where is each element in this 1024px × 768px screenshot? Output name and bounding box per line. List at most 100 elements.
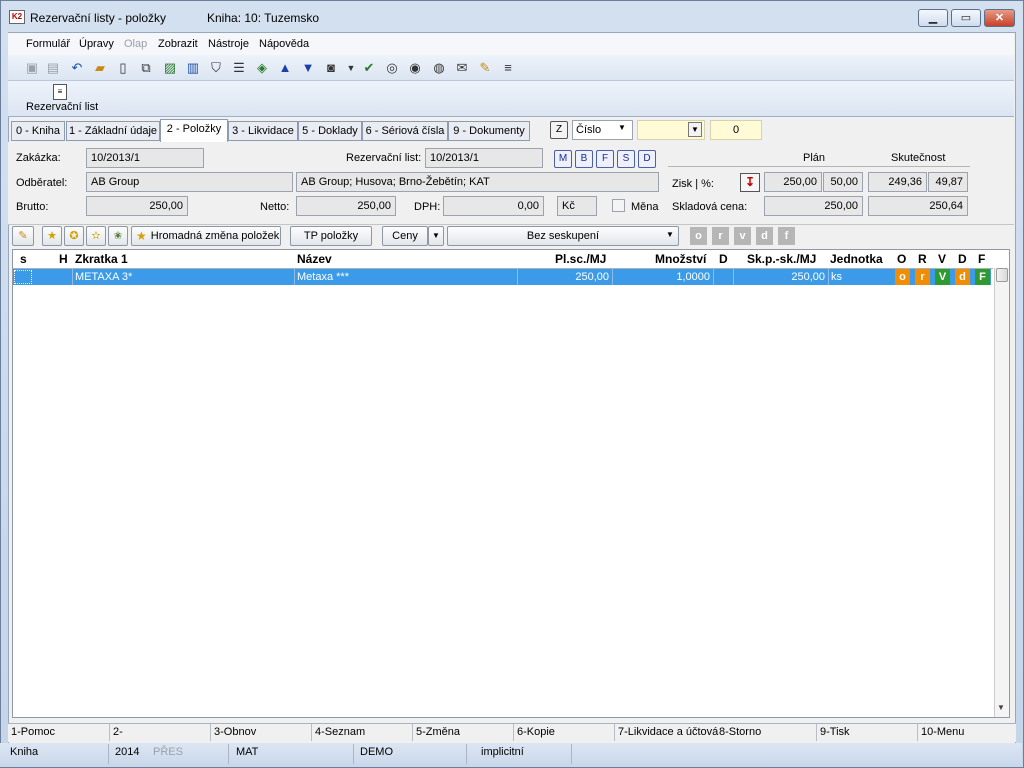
col-jednotka[interactable]: Jednotka (830, 250, 883, 268)
currency-field[interactable]: Kč (557, 196, 597, 216)
close-button[interactable]: ✕ (984, 9, 1015, 27)
lock-icon[interactable]: ▨ (161, 59, 179, 77)
ceny-button[interactable]: Ceny (382, 226, 428, 246)
edit-item-icon[interactable]: ✎ (12, 226, 34, 246)
s-button[interactable]: S (617, 150, 635, 168)
ceny-dropdown-icon[interactable]: ▼ (428, 226, 444, 246)
book-icon[interactable]: ▥ (184, 59, 202, 77)
document-icon[interactable]: ≡ (53, 84, 67, 100)
rezervacni-list-field[interactable]: 10/2013/1 (425, 148, 543, 168)
ribbon-rezervacni-list[interactable]: Rezervační list (26, 101, 98, 113)
tab-doklady[interactable]: 5 - Doklady (298, 121, 362, 141)
col-mnozstvi[interactable]: Množství (655, 250, 706, 268)
tab-polozky[interactable]: 2 - Položky (160, 119, 228, 142)
mena-checkbox[interactable] (612, 199, 625, 212)
f-filter-button[interactable]: f (778, 227, 795, 245)
copy-icon[interactable]: ⧉ (137, 59, 155, 77)
col-r[interactable]: R (918, 250, 927, 268)
status-separator (353, 744, 354, 764)
col-plsc[interactable]: Pl.sc./MJ (555, 250, 606, 268)
col-f[interactable]: F (978, 250, 985, 268)
fkey-2[interactable]: 2- (113, 726, 123, 738)
d-filter-button[interactable]: d (756, 227, 773, 245)
f-button[interactable]: F (596, 150, 614, 168)
tab-kniha[interactable]: 0 - Kniha (11, 121, 65, 141)
menu-formular[interactable]: Formulář (26, 38, 70, 50)
sort-dropdown-icon[interactable]: ▼ (618, 123, 626, 132)
o-filter-button[interactable]: o (690, 227, 707, 245)
zakazka-field[interactable]: 10/2013/1 (86, 148, 204, 168)
col-v[interactable]: V (938, 250, 946, 268)
star-add-icon[interactable]: ✪ (64, 226, 84, 246)
fkey-5[interactable]: 5-Změna (416, 726, 460, 738)
scroll-thumb[interactable] (996, 268, 1008, 282)
col-s[interactable]: s (20, 250, 27, 268)
fkey-9[interactable]: 9-Tisk (820, 726, 850, 738)
menu-zobrazit[interactable]: Zobrazit (158, 38, 198, 50)
camera-icon[interactable]: ◙ (322, 59, 340, 77)
menu-lines-icon[interactable]: ≡ (499, 59, 517, 77)
fkey-8[interactable]: 8-Storno (719, 726, 761, 738)
filter-dropdown-icon[interactable]: ▼ (688, 122, 702, 137)
arrow-up-icon[interactable]: ▲ (276, 59, 294, 77)
fkey-separator (311, 724, 312, 741)
stack-icon[interactable]: ◈ (253, 59, 271, 77)
fkey-4[interactable]: 4-Seznam (315, 726, 365, 738)
b-button[interactable]: B (575, 150, 593, 168)
seskupeni-select[interactable]: Bez seskupení (447, 226, 679, 246)
fkey-1[interactable]: 1-Pomoc (11, 726, 55, 738)
open-folder-icon[interactable]: ▰ (91, 59, 109, 77)
camera-dropdown-icon[interactable]: ▼ (342, 59, 360, 77)
col-h[interactable]: H (59, 250, 68, 268)
table-row[interactable] (13, 269, 991, 285)
star-delete-icon[interactable]: ✬ (108, 226, 128, 246)
r-filter-button[interactable]: r (712, 227, 729, 245)
tab-dokumenty[interactable]: 9 - Dokumenty (448, 121, 530, 141)
col-skp[interactable]: Sk.p.-sk./MJ (747, 250, 816, 268)
col-nazev[interactable]: Název (297, 250, 332, 268)
filter-icon[interactable]: ⛉ (207, 59, 225, 77)
grid-scrollbar[interactable] (994, 268, 1009, 717)
star-icon[interactable]: ★ (42, 226, 62, 246)
binoculars-next-icon[interactable]: ◉ (406, 59, 424, 77)
save-all-icon: ▤ (46, 60, 60, 75)
row-selector[interactable] (14, 270, 32, 284)
edit-note-icon[interactable]: ✎ (476, 59, 494, 77)
tp-polozky-button[interactable]: TP položky (290, 226, 372, 246)
fkey-7[interactable]: 7-Likvidace a účtová (618, 726, 718, 738)
tab-likvidace[interactable]: 3 - Likvidace (228, 121, 298, 141)
star-edit-icon[interactable]: ✫ (86, 226, 106, 246)
menu-napoveda[interactable]: Nápověda (259, 38, 309, 50)
minimize-button[interactable]: ▁ (918, 9, 948, 27)
filter-list-icon[interactable]: ☰ (230, 59, 248, 77)
odberatel-address-field[interactable]: AB Group; Husova; Brno-Žebětín; KAT (296, 172, 659, 192)
new-document-icon[interactable]: ▯ (114, 59, 132, 77)
tab-seriova-cisla[interactable]: 6 - Sériová čísla (362, 121, 448, 141)
menu-nastroje[interactable]: Nástroje (208, 38, 249, 50)
d-button[interactable]: D (638, 150, 656, 168)
fkey-3[interactable]: 3-Obnov (214, 726, 256, 738)
m-button[interactable]: M (554, 150, 572, 168)
menu-upravy[interactable]: Úpravy (79, 38, 114, 50)
v-filter-button[interactable]: v (734, 227, 751, 245)
undo-icon[interactable]: ↶ (68, 59, 86, 77)
arrow-down-icon[interactable]: ▼ (299, 59, 317, 77)
binoculars-filter-icon[interactable]: ◍ (430, 59, 448, 77)
filter-value[interactable]: 0 (710, 120, 762, 140)
fkey-6[interactable]: 6-Kopie (517, 726, 555, 738)
envelope-icon[interactable]: ✉ (453, 59, 471, 77)
zisk-detail-icon[interactable]: ↧ (740, 173, 760, 192)
checkmark-tree-icon[interactable]: ✔ (360, 59, 378, 77)
col-zkratka[interactable]: Zkratka 1 (75, 250, 128, 268)
binoculars-icon[interactable]: ◎ (383, 59, 401, 77)
col-dd[interactable]: D (958, 250, 967, 268)
sort-direction-button[interactable]: Z (550, 121, 568, 139)
maximize-button[interactable]: ▭ (951, 9, 981, 27)
scroll-down-icon[interactable]: ▼ (997, 703, 1005, 712)
tab-zakladni-udaje[interactable]: 1 - Základní údaje (66, 121, 160, 141)
fkey-10[interactable]: 10-Menu (921, 726, 964, 738)
odberatel-field[interactable]: AB Group (86, 172, 293, 192)
col-o[interactable]: O (897, 250, 906, 268)
hromadna-zmena-button[interactable]: Hromadná změna položek (131, 226, 281, 246)
col-d[interactable]: D (719, 250, 728, 268)
